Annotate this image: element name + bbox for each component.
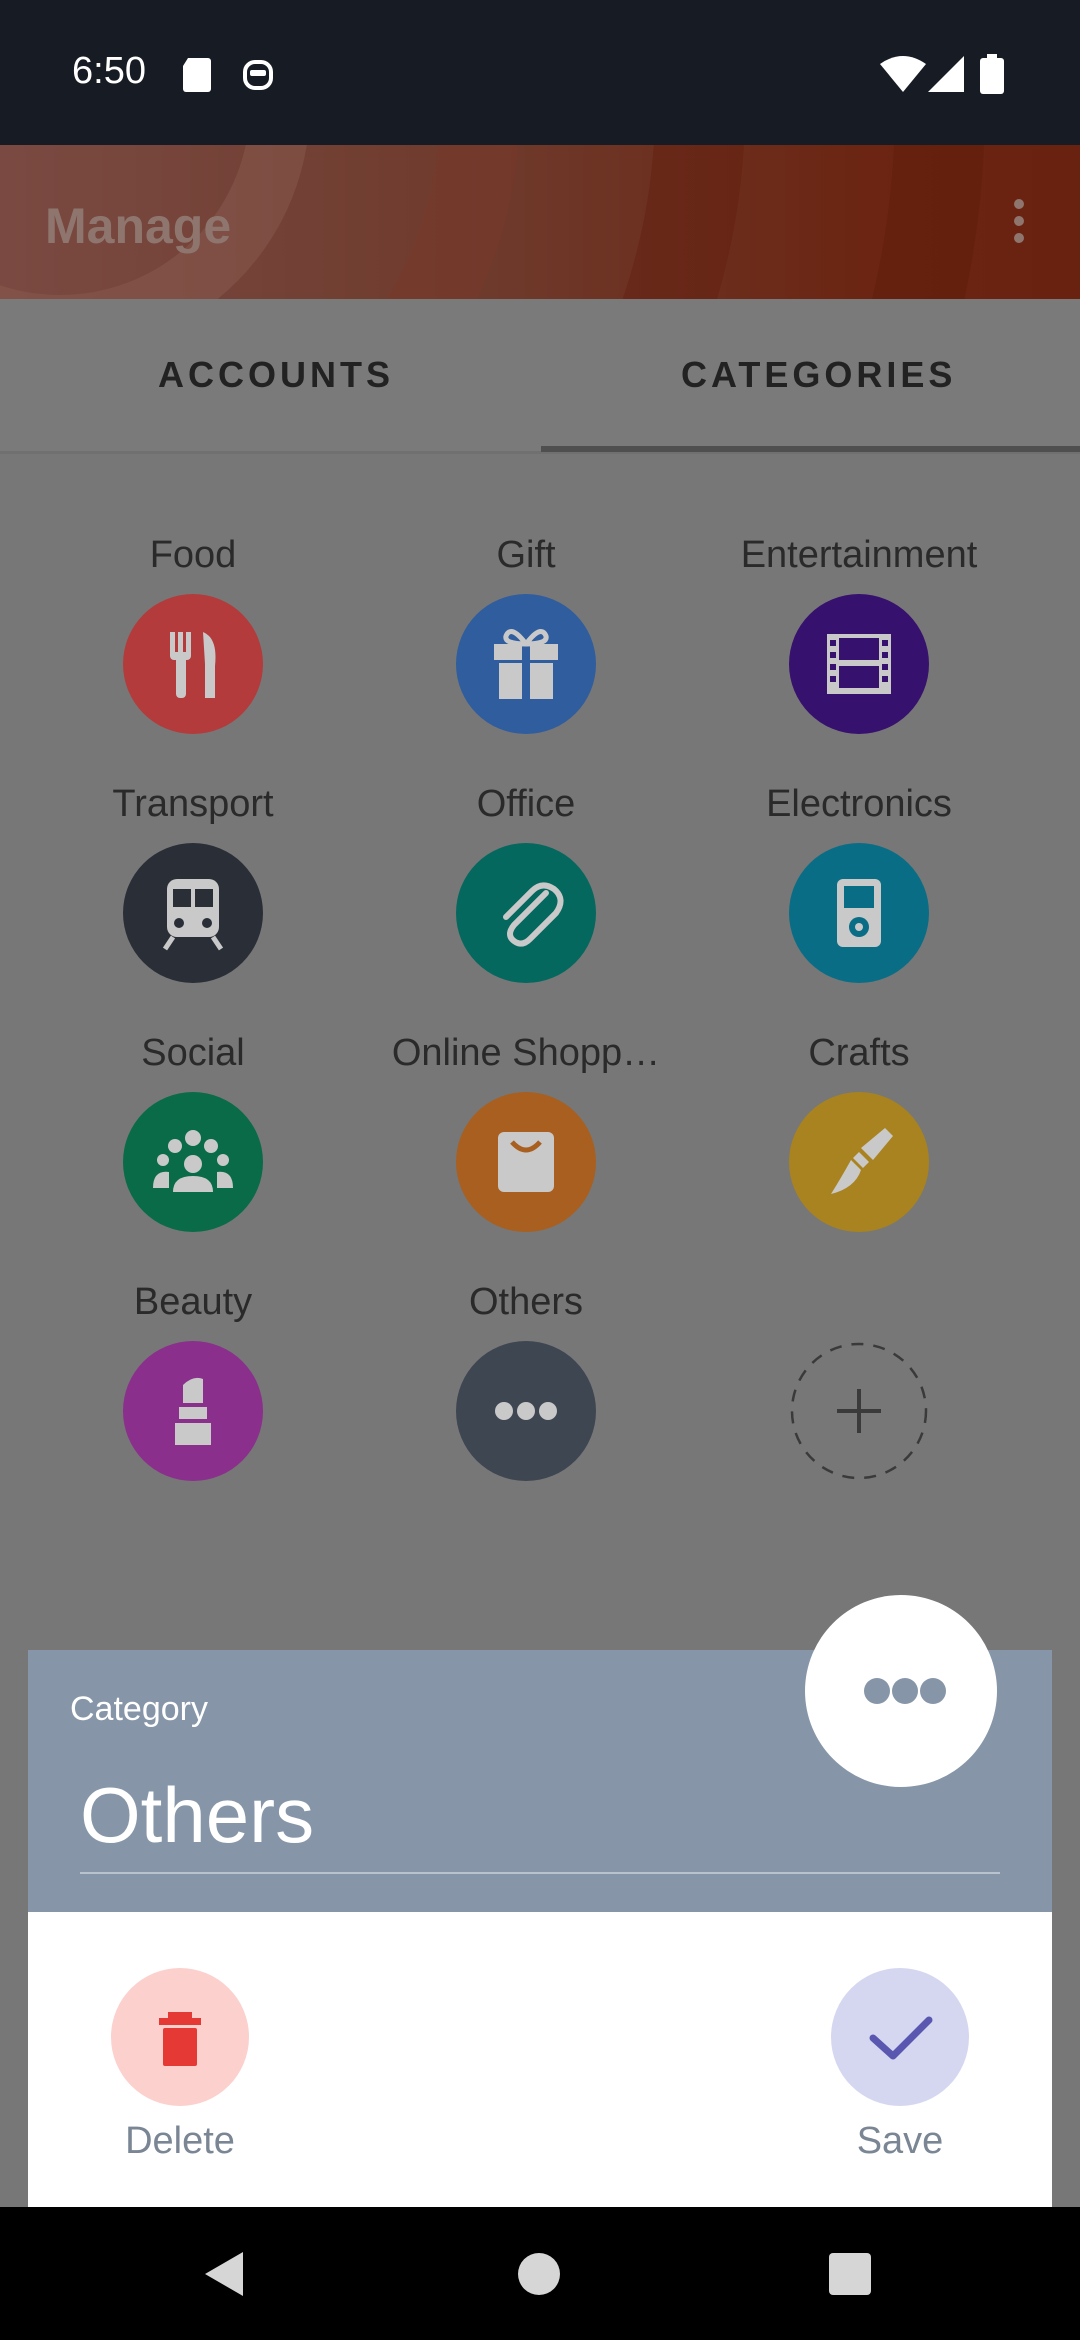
- delete-button[interactable]: [111, 1968, 249, 2106]
- back-icon[interactable]: [205, 2252, 245, 2296]
- category-caption: Category: [70, 1690, 208, 1728]
- train-icon: [123, 843, 263, 983]
- category-item-food[interactable]: Food: [43, 534, 343, 734]
- category-label: Electronics: [766, 783, 952, 825]
- category-label: Office: [476, 783, 576, 825]
- plus-icon: [790, 1342, 928, 1480]
- category-icon-picker[interactable]: [805, 1595, 997, 1787]
- category-label: Social: [141, 1032, 245, 1074]
- category-item-electronics[interactable]: Electronics: [709, 783, 1009, 983]
- category-item-gift[interactable]: Gift: [376, 534, 676, 734]
- category-label: Beauty: [133, 1281, 253, 1323]
- assistant-icon: [243, 60, 273, 90]
- tab-categories[interactable]: CATEGORIES: [681, 354, 956, 396]
- category-item-crafts[interactable]: Crafts: [709, 1032, 1009, 1232]
- cutlery-icon: [123, 594, 263, 734]
- category-item-office[interactable]: Office: [376, 783, 676, 983]
- category-label: Food: [149, 534, 237, 576]
- gift-icon: [456, 594, 596, 734]
- save-label: Save: [856, 2120, 944, 2162]
- category-name-input[interactable]: Others: [80, 1770, 314, 1861]
- add-category-button[interactable]: [789, 1341, 929, 1481]
- app-header: Manage: [0, 145, 1080, 299]
- sd-card-icon: [183, 58, 211, 92]
- signal-icon: [928, 56, 964, 92]
- tab-accounts[interactable]: ACCOUNTS: [158, 354, 394, 396]
- category-label: Transport: [112, 783, 274, 825]
- trash-icon: [159, 2012, 201, 2066]
- category-item-online-shopping[interactable]: Online Shopp…: [376, 1032, 676, 1232]
- battery-icon: [980, 54, 1004, 94]
- category-label: Others: [468, 1281, 584, 1323]
- delete-label: Delete: [125, 2120, 235, 2162]
- lipstick-icon: [123, 1341, 263, 1481]
- tab-indicator: [541, 446, 1080, 452]
- save-button[interactable]: [831, 1968, 969, 2106]
- overflow-menu-icon[interactable]: [1008, 197, 1030, 247]
- wifi-icon: [880, 56, 926, 92]
- category-item-transport[interactable]: Transport: [43, 783, 343, 983]
- input-underline: [80, 1872, 1000, 1874]
- shopping-bag-icon: [456, 1092, 596, 1232]
- page-title: Manage: [45, 198, 232, 254]
- more-dots-icon: [456, 1341, 596, 1481]
- group-icon: [123, 1092, 263, 1232]
- category-grid: Food Gift Entertainment Transport Office…: [0, 454, 1080, 1481]
- paint-brush-icon: [789, 1092, 929, 1232]
- category-label: Online Shopp…: [391, 1032, 661, 1074]
- more-dots-icon: [864, 1678, 946, 1704]
- category-item-beauty[interactable]: Beauty: [43, 1281, 343, 1481]
- recents-icon[interactable]: [829, 2253, 871, 2295]
- music-player-icon: [789, 843, 929, 983]
- category-label: Gift: [496, 534, 556, 576]
- status-time: 6:50: [72, 50, 146, 92]
- category-item-entertainment[interactable]: Entertainment: [709, 534, 1009, 734]
- checkmark-icon: [869, 2016, 933, 2060]
- category-label: Crafts: [808, 1032, 910, 1074]
- film-icon: [789, 594, 929, 734]
- status-bar: 6:50: [0, 0, 1080, 145]
- category-label: Entertainment: [740, 534, 978, 576]
- paperclip-icon: [456, 843, 596, 983]
- tab-bar: ACCOUNTS CATEGORIES: [0, 299, 1080, 454]
- home-icon[interactable]: [518, 2253, 560, 2295]
- category-item-others[interactable]: Others: [376, 1281, 676, 1481]
- navigation-bar: [0, 2207, 1080, 2340]
- category-item-social[interactable]: Social: [43, 1032, 343, 1232]
